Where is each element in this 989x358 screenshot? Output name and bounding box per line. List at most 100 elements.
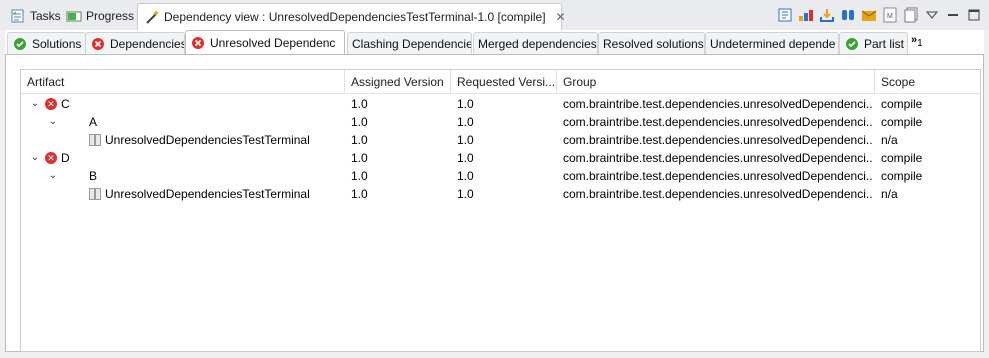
- view-tab-bar: Tasks Progress Dependency view : Unresol…: [0, 0, 989, 30]
- error-icon: ✕: [45, 98, 57, 110]
- tab-unresolved-dependencies[interactable]: Unresolved Dependenc: [185, 30, 345, 54]
- tab-dependencies[interactable]: Dependencies: [85, 32, 185, 54]
- requested-version-cell: 1.0: [457, 133, 474, 147]
- artifact-cell: ⌄ ✕ D: [29, 149, 345, 167]
- folder-color-icon[interactable]: [797, 6, 815, 24]
- jar-icon: [89, 134, 101, 146]
- table-row[interactable]: UnresolvedDependenciesTestTerminal 1.0 1…: [21, 185, 980, 203]
- tab-merged-dependencies[interactable]: Merged dependencies: [473, 32, 598, 54]
- artifact-name: D: [61, 151, 70, 165]
- ok-icon: [844, 36, 860, 52]
- scope-cell: n/a: [881, 133, 898, 147]
- scope-cell: compile: [881, 115, 923, 129]
- tab-resolved-solutions[interactable]: Resolved solutions: [598, 32, 705, 54]
- tab-tasks-label: Tasks: [30, 9, 61, 23]
- artifact-name: UnresolvedDependenciesTestTerminal: [105, 187, 310, 201]
- sub-tab-bar: Solutions Dependencies Unresolved Depend…: [5, 30, 984, 54]
- artifact-name: C: [61, 97, 70, 111]
- artifact-name: UnresolvedDependenciesTestTerminal: [105, 133, 310, 147]
- artifact-cell: ⌄ A: [47, 113, 345, 131]
- chevron-down-icon[interactable]: ⌄: [47, 113, 59, 131]
- view-menu-icon[interactable]: [923, 6, 941, 24]
- table-row[interactable]: UnresolvedDependenciesTestTerminal 1.0 1…: [21, 131, 980, 149]
- wand-icon: [144, 9, 160, 25]
- chevron-down-icon[interactable]: ⌄: [29, 149, 41, 167]
- assigned-version-cell: 1.0: [351, 169, 368, 183]
- assigned-version-cell: 1.0: [351, 97, 368, 111]
- tab-undetermined-dependencies[interactable]: Undetermined depende: [705, 32, 839, 54]
- error-icon: [190, 35, 206, 51]
- assigned-version-cell: 1.0: [351, 115, 368, 129]
- view-content: Artifact Assigned Version Requested Vers…: [5, 54, 984, 352]
- import-icon[interactable]: [818, 6, 836, 24]
- progress-icon: [66, 8, 82, 24]
- tab-solutions-label: Solutions: [32, 36, 82, 51]
- requested-version-cell: 1.0: [457, 169, 474, 183]
- view-toolbar: M: [776, 6, 983, 24]
- save-icon[interactable]: [860, 6, 878, 24]
- table-row[interactable]: ⌄ B 1.0 1.0 com.braintribe.test.dependen…: [21, 167, 980, 185]
- scope-cell: compile: [881, 151, 923, 165]
- group-cell: com.braintribe.test.dependencies.unresol…: [563, 97, 873, 111]
- error-icon: [90, 36, 106, 52]
- svg-text:M: M: [887, 13, 893, 20]
- column-assigned-version[interactable]: Assigned Version: [345, 70, 451, 94]
- scope-cell: n/a: [881, 187, 898, 201]
- column-artifact[interactable]: Artifact: [21, 70, 345, 94]
- assigned-version-cell: 1.0: [351, 151, 368, 165]
- tab-tasks[interactable]: Tasks: [4, 4, 67, 28]
- table-row[interactable]: ⌄ ✕ D 1.0 1.0 com.braintribe.test.depend…: [21, 149, 980, 167]
- chevron-down-icon[interactable]: ⌄: [29, 95, 41, 113]
- maximize-icon[interactable]: [965, 6, 983, 24]
- filter-icon[interactable]: [839, 6, 857, 24]
- artifact-cell: UnresolvedDependenciesTestTerminal: [89, 185, 345, 203]
- markdown-icon[interactable]: M: [881, 6, 899, 24]
- group-cell: com.braintribe.test.dependencies.unresol…: [563, 169, 873, 183]
- copy-icon[interactable]: [902, 6, 920, 24]
- tab-dependency-view-label: Dependency view : UnresolvedDependencies…: [164, 10, 546, 24]
- minimize-icon[interactable]: [944, 6, 962, 24]
- column-group[interactable]: Group: [557, 70, 875, 94]
- tab-part-list-label: Part list: [864, 36, 905, 51]
- group-cell: com.braintribe.test.dependencies.unresol…: [563, 133, 873, 147]
- tab-overflow-button[interactable]: »1: [911, 34, 923, 49]
- artifact-name: B: [89, 169, 98, 183]
- tab-dependencies-label: Dependencies: [110, 36, 185, 51]
- tab-part-list[interactable]: Part list: [839, 32, 908, 54]
- tab-solutions[interactable]: Solutions: [7, 32, 86, 54]
- chevron-down-icon[interactable]: ⌄: [47, 167, 59, 185]
- assigned-version-cell: 1.0: [351, 187, 368, 201]
- overflow-count: 1: [917, 38, 923, 50]
- tab-progress-label: Progress: [86, 9, 135, 23]
- tab-progress[interactable]: Progress: [60, 4, 140, 28]
- toggle-icon[interactable]: [776, 6, 794, 24]
- requested-version-cell: 1.0: [457, 97, 474, 111]
- artifact-cell: ⌄ ✕ C: [29, 95, 345, 113]
- artifact-cell: UnresolvedDependenciesTestTerminal: [89, 131, 345, 149]
- requested-version-cell: 1.0: [457, 151, 474, 165]
- error-icon: ✕: [45, 152, 57, 164]
- tab-undetermined-label: Undetermined depende: [710, 36, 836, 51]
- column-requested-version[interactable]: Requested Versi...: [451, 70, 557, 94]
- table-row[interactable]: ⌄ A 1.0 1.0 com.braintribe.test.dependen…: [21, 113, 980, 131]
- group-cell: com.braintribe.test.dependencies.unresol…: [563, 187, 873, 201]
- requested-version-cell: 1.0: [457, 187, 474, 201]
- tab-resolved-label: Resolved solutions: [603, 36, 704, 51]
- tab-clashing-dependencies[interactable]: Clashing Dependencie: [347, 32, 472, 54]
- tab-dependency-view[interactable]: Dependency view : UnresolvedDependencies…: [137, 3, 566, 30]
- tab-unresolved-label: Unresolved Dependenc: [210, 35, 336, 50]
- column-scope[interactable]: Scope: [875, 70, 980, 94]
- artifact-cell: ⌄ B: [47, 167, 345, 185]
- tab-clashing-label: Clashing Dependencie: [352, 36, 472, 51]
- table-row[interactable]: ⌄ ✕ C 1.0 1.0 com.braintribe.test.depend…: [21, 95, 980, 113]
- group-cell: com.braintribe.test.dependencies.unresol…: [563, 151, 873, 165]
- scope-cell: compile: [881, 169, 923, 183]
- close-icon[interactable]: ✕: [556, 10, 566, 24]
- assigned-version-cell: 1.0: [351, 133, 368, 147]
- scope-cell: compile: [881, 97, 923, 111]
- jar-icon: [89, 188, 101, 200]
- artifact-name: A: [89, 115, 98, 129]
- tab-merged-label: Merged dependencies: [478, 36, 597, 51]
- group-cell: com.braintribe.test.dependencies.unresol…: [563, 115, 873, 129]
- dependency-table[interactable]: Artifact Assigned Version Requested Vers…: [20, 69, 981, 352]
